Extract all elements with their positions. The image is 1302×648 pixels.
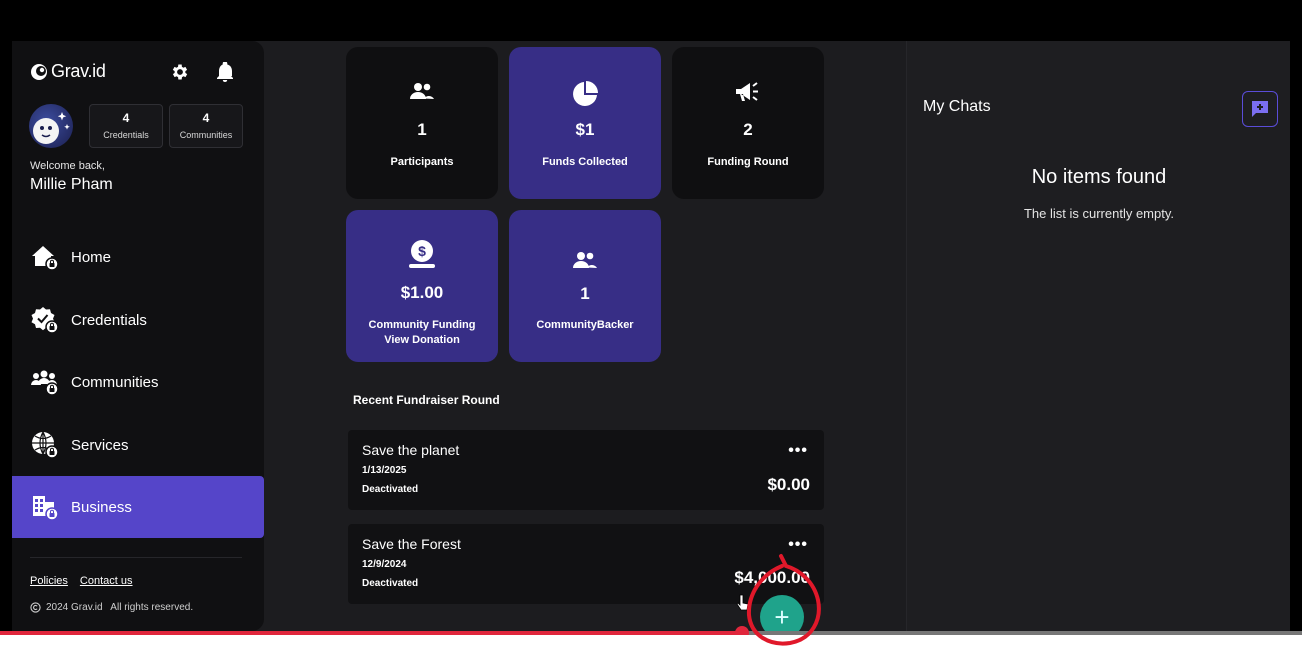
sidebar-item-business[interactable]: Business [12,476,264,538]
app-window: Grav.id 4 Credentials 4 Communities Welc… [12,41,1290,631]
communities-count[interactable]: 4 Communities [169,104,243,148]
cursor-icon [736,594,749,611]
card-label: Participants [390,156,454,168]
add-fundraiser-button[interactable]: + [760,595,804,631]
empty-state-subtitle: The list is currently empty. [1023,206,1175,221]
credentials-count-label: Credentials [103,130,149,140]
fundraiser-title: Save the Forest [362,536,461,552]
sidebar-item-home[interactable]: Home [12,226,264,288]
communities-count-label: Communities [179,130,233,140]
footer-links: Policies Contact us [30,575,133,587]
fundraiser-status: Deactivated [362,578,419,589]
card-label: Funds Collected [542,156,628,168]
fundraiser-status: Deactivated [362,484,419,495]
copyright: 2024 Grav.id All rights reserved. [30,602,193,613]
sidebar-item-label: Home [71,248,112,266]
credentials-count-value: 4 [122,111,130,125]
funds-collected-card[interactable]: $1 Funds Collected [509,47,661,199]
card-value: $1 [575,120,595,139]
people-icon [509,250,661,276]
sidebar: Grav.id 4 Credentials 4 Communities Welc… [12,41,264,631]
megaphone-icon [672,81,824,107]
credentials-count[interactable]: 4 Credentials [89,104,163,148]
sidebar-item-label: Credentials [71,311,147,329]
user-name: Millie Pham [30,176,113,193]
policies-link[interactable]: Policies [30,575,68,587]
home-icon [30,242,60,272]
community-funding-card[interactable]: $ $1.00 Community Funding View Donation [346,210,498,362]
chats-title: My Chats [923,98,991,115]
communities-count-value: 4 [202,111,210,125]
copyright-icon [30,602,41,613]
welcome-text: Welcome back, [30,160,105,172]
money-bag-icon: $ [346,238,498,270]
new-chat-icon [1252,101,1268,117]
logo[interactable]: Grav.id [30,61,106,82]
more-options-icon[interactable]: ••• [788,442,808,460]
svg-text:$: $ [418,243,426,259]
card-label: CommunityBacker [536,319,634,331]
sidebar-item-label: Services [71,436,129,454]
participants-card[interactable]: 1 Participants [346,47,498,199]
fundraiser-item[interactable]: Save the Forest ••• 12/9/2024 Deactivate… [348,524,824,604]
card-label: Community Funding View Donation [346,318,498,348]
pie-chart-icon [509,81,661,107]
avatar-image [33,112,70,144]
business-icon [30,492,60,522]
sidebar-item-label: Business [71,498,132,516]
community-backer-card[interactable]: 1 CommunityBacker [509,210,661,362]
copyright-text: 2024 Grav.id All rights reserved. [46,602,194,613]
contact-link[interactable]: Contact us [80,575,133,587]
people-icon [346,81,498,107]
new-chat-button[interactable] [1242,91,1278,127]
section-title: Recent Fundraiser Round [353,393,500,407]
bell-icon[interactable] [214,61,236,83]
chats-panel: My Chats No items found The list is curr… [906,41,1290,631]
card-label-line1: Community Funding [368,319,476,331]
logo-text: Grav.id [51,61,106,81]
logo-icon [31,63,47,80]
sidebar-divider [30,557,242,558]
fundraiser-item[interactable]: Save the planet ••• 1/13/2025 Deactivate… [348,430,824,510]
sidebar-item-credentials[interactable]: Credentials [12,289,264,351]
credentials-icon [30,305,60,335]
card-value: 1 [580,284,590,303]
card-value: 2 [743,120,753,139]
communities-icon [30,367,60,397]
main-content: 1 Participants $1 Funds Collected 2 Fund… [264,41,906,631]
gear-icon[interactable] [169,61,191,83]
bottom-strip [0,635,1302,648]
fundraiser-date: 12/9/2024 [362,559,407,570]
sidebar-item-communities[interactable]: Communities [12,351,264,413]
fundraiser-date: 1/13/2025 [362,465,407,476]
card-label: Funding Round [707,156,789,168]
funding-round-card[interactable]: 2 Funding Round [672,47,824,199]
sidebar-item-services[interactable]: Services [12,414,264,476]
card-value: 1 [417,120,427,139]
video-frame: Grav.id 4 Credentials 4 Communities Welc… [0,0,1302,648]
sidebar-item-label: Communities [71,373,159,391]
empty-state-title: No items found [1031,166,1167,188]
more-options-icon[interactable]: ••• [788,536,808,554]
fundraiser-title: Save the planet [362,442,460,458]
avatar[interactable] [29,104,73,148]
services-icon [30,430,60,460]
fundraiser-amount: $0.00 [767,475,810,494]
view-donation-link[interactable]: View Donation [346,333,498,348]
card-value: $1.00 [400,283,444,302]
fundraiser-amount: $4,000.00 [734,568,810,587]
